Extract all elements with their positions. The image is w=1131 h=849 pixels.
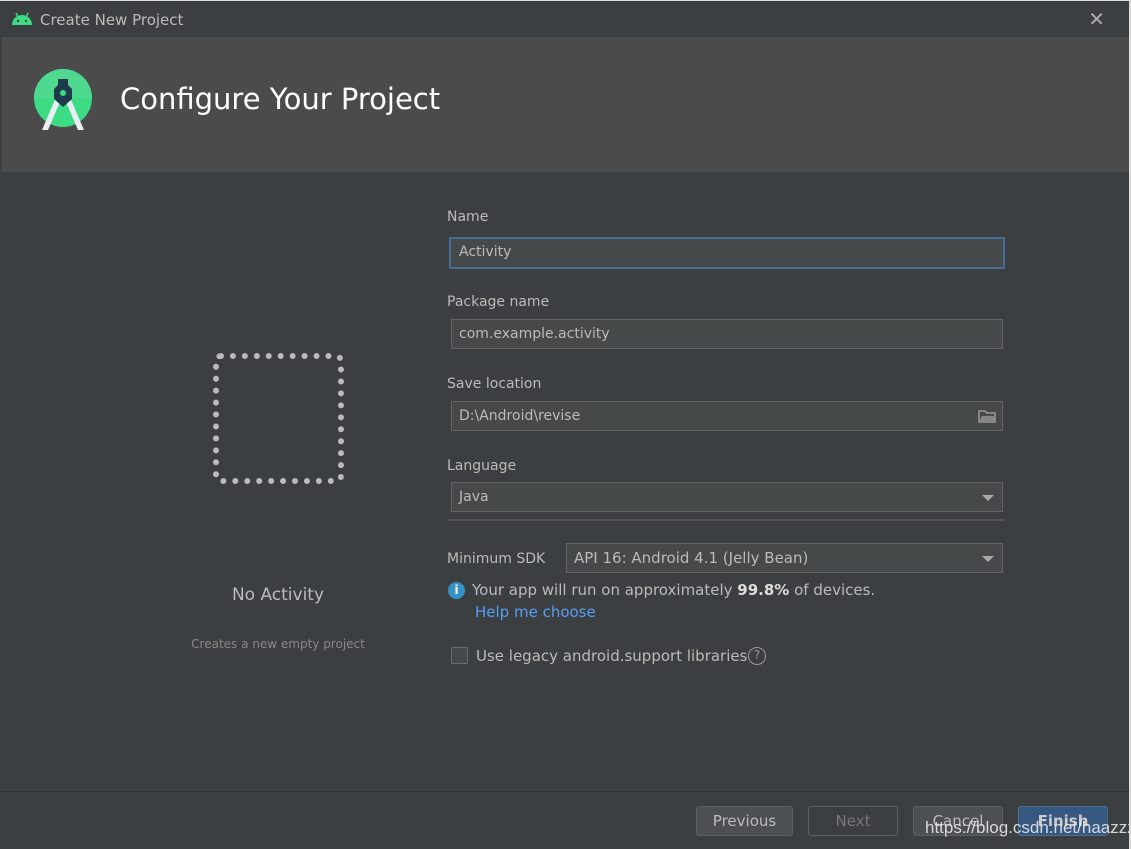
min-sdk-label: Minimum SDK (447, 551, 546, 567)
package-label: Package name (447, 294, 550, 310)
android-studio-logo (34, 69, 92, 130)
title-bar: Create New Project ✕ (0, 0, 1131, 37)
device-coverage-text: Your app will run on approximately 99.8%… (472, 581, 876, 599)
previous-button[interactable]: Previous (696, 806, 793, 836)
help-me-choose-link[interactable]: Help me choose (475, 603, 596, 621)
header: Configure Your Project (2, 37, 1129, 172)
template-preview (213, 353, 344, 484)
help-icon[interactable]: ? (748, 647, 766, 665)
language-value: Java (459, 489, 489, 505)
min-sdk-select[interactable]: API 16: Android 4.1 (Jelly Bean) (566, 543, 1003, 573)
next-button[interactable]: Next (808, 806, 898, 836)
template-name: No Activity (231, 585, 325, 605)
footer-divider (2, 791, 1129, 792)
info-icon: i (448, 582, 465, 599)
location-label: Save location (447, 376, 542, 392)
chevron-down-icon (982, 556, 994, 562)
chevron-down-icon (982, 495, 994, 501)
folder-icon[interactable] (978, 409, 996, 423)
watermark: https://blog.csdn.net/haazzz (925, 818, 1131, 837)
legacy-checkbox[interactable] (451, 647, 468, 664)
window-title: Create New Project (40, 11, 184, 29)
page-title: Configure Your Project (120, 82, 441, 116)
coverage-percent: 99.8% (737, 581, 790, 599)
close-icon[interactable]: ✕ (1088, 7, 1105, 31)
template-description: Creates a new empty project (191, 637, 365, 651)
package-input[interactable]: com.example.activity (451, 319, 1003, 349)
language-label: Language (447, 458, 517, 474)
name-label: Name (447, 209, 489, 225)
min-sdk-value: API 16: Android 4.1 (Jelly Bean) (574, 549, 809, 567)
name-input[interactable]: Activity (449, 237, 1005, 269)
legacy-label[interactable]: Use legacy android.support libraries (476, 647, 747, 665)
language-select[interactable]: Java (451, 482, 1003, 512)
location-input[interactable]: D:\Android\revise (451, 401, 1003, 431)
android-icon (12, 12, 32, 25)
divider (447, 519, 1005, 521)
location-value: D:\Android\revise (459, 408, 581, 424)
